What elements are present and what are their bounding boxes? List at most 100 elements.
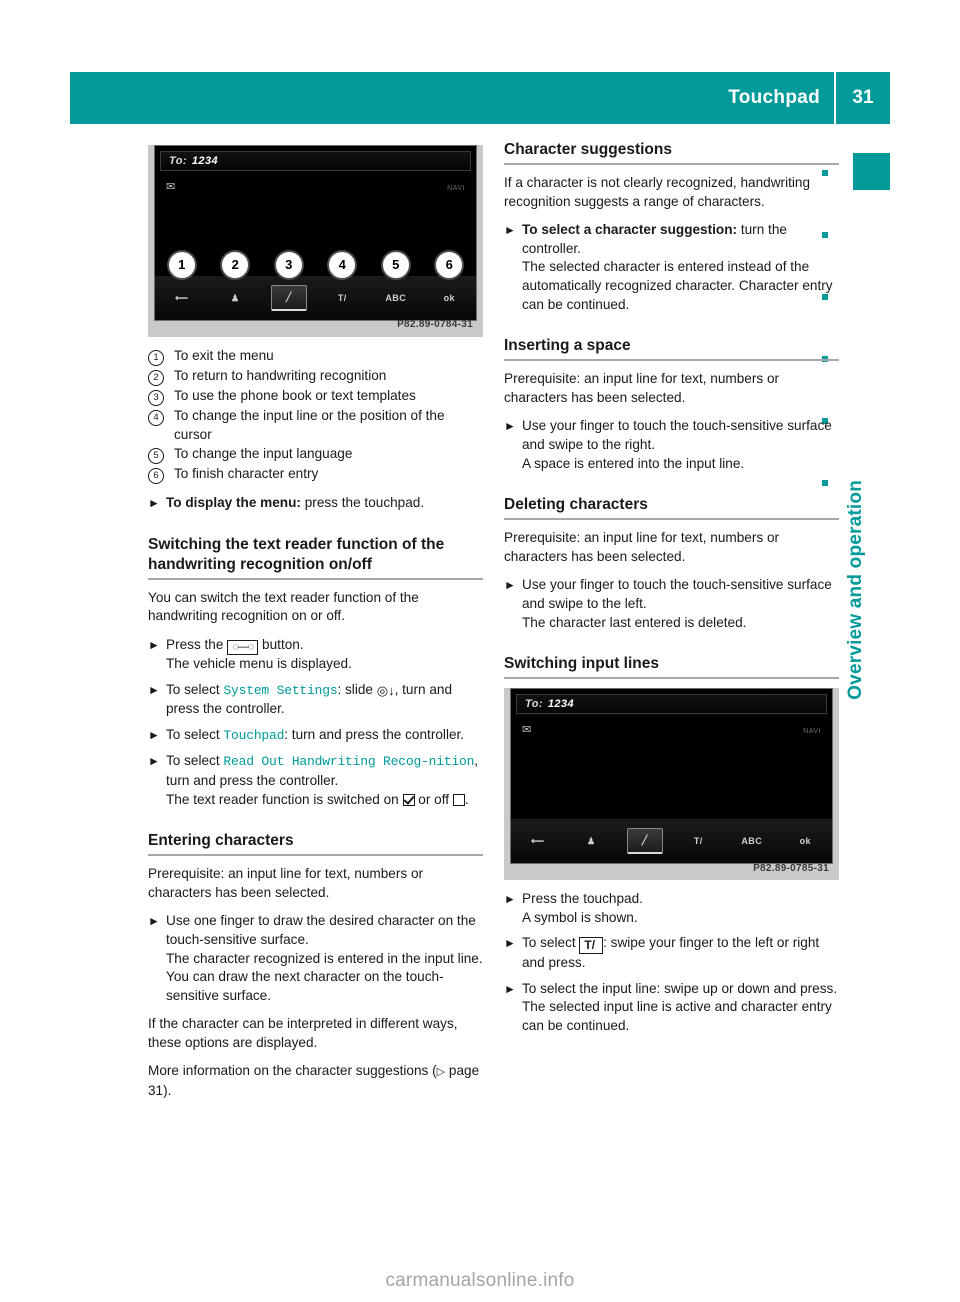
step-text: To display the menu: press the touchpad.: [166, 495, 425, 511]
delete-prerequisite: Prerequisite: an input line for text, nu…: [504, 530, 780, 564]
legend-text: To use the phone book or text templates: [174, 388, 416, 403]
legend-text: To change the input language: [174, 446, 353, 462]
display-input-line: To: 1234: [516, 694, 827, 715]
step-arrow-icon: ►: [504, 936, 516, 951]
list-item: ► Use your finger to touch the touch-sen…: [504, 417, 839, 473]
left-column: To: 1234 ✉ NAVI 1 2 3 4 5 6 ⟵ ♟ ╱ T/ ABC …: [148, 140, 483, 1111]
display-nav-label: NAVI: [803, 728, 821, 736]
callout-2: 2: [222, 252, 249, 278]
list-item: ► Use one finger to draw the desired cha…: [148, 912, 483, 1005]
step-text: To select T/: swipe your finger to the l…: [522, 935, 820, 971]
section-heading-deleting-characters: Deleting characters: [504, 496, 648, 514]
step-text: Press the ◌—◌ button. The vehicle menu i…: [166, 636, 483, 674]
step-arrow-icon: ►: [148, 496, 160, 511]
list-item: 5 To change the input language: [148, 445, 483, 465]
section-rule: [148, 854, 483, 857]
section-rule: [148, 577, 483, 580]
controller-slide-down-icon: ◎↓: [376, 682, 395, 698]
step-text: To select Touchpad: turn and press the c…: [166, 726, 465, 743]
list-item: ► To select Touchpad: turn and press the…: [148, 726, 483, 746]
legend-text: To finish character entry: [174, 466, 319, 482]
entering-options-note: If the character can be interpreted in d…: [148, 1016, 458, 1050]
space-prerequisite: Prerequisite: an input line for text, nu…: [504, 371, 780, 405]
figure-caption: P82.89-0784-31: [397, 319, 473, 331]
display-toolbar: ⟵ ♟ ╱ T/ ABC ok: [511, 819, 832, 864]
list-item: 3 To use the phone book or text template…: [148, 387, 483, 406]
menu-name-system-settings: System Settings: [223, 682, 338, 698]
list-item: ► To select Read Out Handwriting Recog‑n…: [148, 752, 483, 809]
pen-handwriting-icon: ╱: [618, 828, 672, 854]
back-arrow-icon: ⟵: [175, 292, 189, 303]
list-item: 4 To change the input line or the positi…: [148, 407, 483, 444]
t-slash-icon: T/: [337, 292, 347, 303]
section-heading-inserting-space: Inserting a space: [504, 337, 631, 355]
step-result: A symbol is shown.: [522, 909, 638, 925]
legend-text: To change the input line or the position…: [174, 408, 445, 442]
head-unit-display: To: 1234 ✉ NAVI ⟵ ♟ ╱ T/ ABC ok: [510, 688, 833, 865]
suggestions-intro: If a character is not clearly recognized…: [504, 175, 811, 209]
chapter-label: Overview and operation: [845, 480, 866, 700]
site-watermark: carmanualsonline.info: [385, 1270, 575, 1291]
step-text: Use your finger to touch the touch-sensi…: [522, 576, 839, 632]
display-toolbar: ⟵ ♟ ╱ T/ ABC ok: [155, 276, 476, 320]
section-heading-text-reader: Switching the text reader function of th…: [148, 535, 445, 573]
abc-language-icon: ABC: [741, 835, 763, 846]
step-arrow-icon: ►: [148, 914, 160, 929]
section-rule: [504, 518, 839, 521]
display-nav-label: NAVI: [447, 185, 465, 192]
envelope-icon: ✉: [522, 724, 532, 737]
legend-number: 1: [148, 347, 174, 366]
section-rule: [504, 163, 839, 165]
step-arrow-icon: ►: [148, 754, 160, 769]
phonebook-person-icon: ♟: [231, 292, 240, 303]
section-rule: [504, 359, 839, 362]
checkbox-checked-icon: [402, 793, 415, 806]
legend-number: 4: [148, 407, 174, 426]
chapter-tab-marker: [853, 153, 890, 190]
back-arrow-icon: ⟵: [531, 835, 545, 846]
switching-steps: ► Press the touchpad. A symbol is shown.…: [504, 890, 839, 1036]
t-slash-icon: T/: [693, 835, 703, 846]
abc-language-icon: ABC: [385, 292, 407, 303]
list-item: 1 To exit the menu: [148, 347, 483, 366]
t-slash-icon: T/: [579, 937, 604, 955]
list-item: 2 To return to handwriting recognition: [148, 367, 483, 386]
display-to-value: 1234: [191, 154, 218, 167]
list-item: ► Press the ◌—◌ button. The vehicle menu…: [148, 636, 483, 674]
legend-text: To exit the menu: [174, 348, 274, 363]
step-text: To select a character suggestion: turn t…: [522, 221, 839, 314]
page-title: Touchpad: [728, 87, 820, 108]
right-column: Character suggestions If a character is …: [504, 140, 839, 1046]
delete-steps: ► Use your finger to touch the touch-sen…: [504, 576, 839, 632]
list-item: ► Use your finger to touch the touch-sen…: [504, 576, 839, 632]
list-item: ► To display the menu: press the touchpa…: [148, 494, 483, 513]
legend-number: 2: [148, 367, 174, 386]
entering-more-info: More information on the character sugges…: [148, 1063, 480, 1099]
step-arrow-icon: ►: [504, 892, 516, 907]
figure-legend-list: 1 To exit the menu 2 To return to handwr…: [148, 347, 483, 485]
display-to-value: 1234: [547, 697, 574, 710]
step-result: The character last entered is deleted.: [522, 614, 747, 630]
step-result: The text reader function is switched on …: [166, 791, 469, 807]
list-item: ► To select a character suggestion: turn…: [504, 221, 839, 314]
callout-1: 1: [168, 252, 195, 278]
legend-number: 6: [148, 465, 174, 485]
step-arrow-icon: ►: [504, 578, 516, 593]
ok-icon: ok: [443, 292, 455, 303]
display-to-label: To: 1234: [169, 154, 218, 167]
step-text: Use one finger to draw the desired chara…: [166, 912, 483, 1005]
display-input-line: To: 1234: [160, 151, 471, 171]
page-number: 31: [852, 87, 874, 108]
step-text: Use your finger to touch the touch-sensi…: [522, 417, 839, 473]
display-menu-steps: ► To display the menu: press the touchpa…: [148, 494, 483, 513]
step-arrow-icon: ►: [504, 419, 516, 434]
pen-handwriting-icon: ╱: [262, 285, 316, 311]
list-item: ► To select System Settings: slide ◎↓, t…: [148, 681, 483, 719]
checkbox-unchecked-icon: [452, 793, 465, 806]
phonebook-person-icon: ♟: [587, 835, 596, 846]
step-arrow-icon: ►: [504, 981, 516, 996]
step-result: The character recognized is entered in t…: [166, 950, 483, 1003]
list-item: ► To select T/: swipe your finger to the…: [504, 934, 839, 973]
list-item: 6 To finish character entry: [148, 465, 483, 485]
step-result: The vehicle menu is displayed.: [166, 655, 352, 671]
